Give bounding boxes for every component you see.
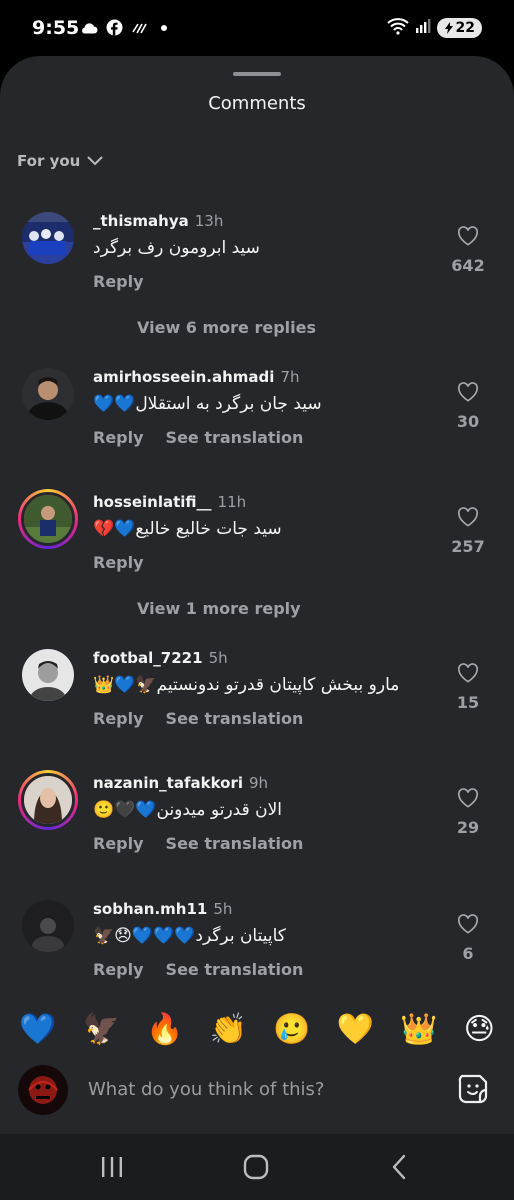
emoji-tear-smile[interactable]: 🥲 xyxy=(273,1015,310,1045)
heart-icon[interactable] xyxy=(457,914,479,934)
emoji-eagle[interactable]: 🦅 xyxy=(83,1015,120,1045)
avatar xyxy=(21,773,75,827)
emoji-yellow-heart[interactable]: 💛 xyxy=(337,1015,374,1045)
comment-username[interactable]: amirhosseein.ahmadi xyxy=(93,368,274,386)
back-icon[interactable] xyxy=(380,1153,420,1181)
avatar[interactable] xyxy=(22,900,74,952)
view-replies-button[interactable]: View 1 more reply xyxy=(137,599,301,618)
see-translation-button[interactable]: See translation xyxy=(166,960,304,979)
emoji-fire[interactable]: 🔥 xyxy=(146,1015,183,1045)
avatar-story-ring[interactable] xyxy=(18,489,78,549)
dot-icon xyxy=(157,21,171,35)
comment-text: مارو ببخش کاپیتان قدرتو ندونستیم🦅💙👑 xyxy=(93,675,400,695)
comment-time: 7h xyxy=(280,368,300,386)
emoji-sweat[interactable]: 😓 xyxy=(464,1015,495,1045)
comment-composer xyxy=(0,1060,514,1118)
sticker-icon[interactable] xyxy=(456,1072,490,1106)
like-group: 6 xyxy=(448,914,488,963)
recent-apps-icon[interactable] xyxy=(92,1153,132,1181)
see-translation-button[interactable]: See translation xyxy=(166,834,304,853)
like-count: 642 xyxy=(451,256,485,275)
sheet-title: Comments xyxy=(208,93,306,114)
comment-time: 5h xyxy=(208,649,228,667)
cloud-icon xyxy=(80,21,98,34)
comment-time: 11h xyxy=(217,493,247,511)
comments-sheet: Comments For you _thismahya 13h سید ابرو… xyxy=(0,56,514,1134)
heart-icon[interactable] xyxy=(457,663,479,683)
see-translation-button[interactable]: See translation xyxy=(166,428,304,447)
drag-handle[interactable] xyxy=(233,72,281,76)
status-bar: 9:55 22 xyxy=(0,0,514,58)
reply-button[interactable]: Reply xyxy=(93,960,144,979)
filter-dropdown[interactable]: For you xyxy=(17,152,103,170)
comment-username[interactable]: nazanin_tafakkori xyxy=(93,774,243,792)
avatar-story-ring[interactable] xyxy=(18,770,78,830)
reply-button[interactable]: Reply xyxy=(93,553,144,572)
reply-button[interactable]: Reply xyxy=(93,272,144,291)
avatar xyxy=(21,492,75,546)
like-count: 29 xyxy=(456,818,480,837)
status-left-icons xyxy=(80,19,171,36)
emoji-reaction-bar: 💙 🦅 🔥 👏 🥲 💛 👑 😓 xyxy=(0,1002,514,1058)
comment-text: سید جان برگرد به استقلال💙💙 xyxy=(93,394,322,414)
home-icon[interactable] xyxy=(236,1153,276,1181)
comment-text: سید جات خالیع خالیع💙💔 xyxy=(93,519,282,539)
heart-icon[interactable] xyxy=(457,226,479,246)
wifi-icon xyxy=(386,17,409,39)
reply-button[interactable]: Reply xyxy=(93,709,144,728)
emoji-crown[interactable]: 👑 xyxy=(400,1015,437,1045)
like-count: 6 xyxy=(462,944,474,963)
sync-icon xyxy=(131,21,149,35)
battery-icon: 22 xyxy=(436,18,482,38)
like-group: 15 xyxy=(448,663,488,712)
status-right-icons: 22 xyxy=(386,17,482,39)
like-count: 257 xyxy=(451,537,485,556)
comment-username[interactable]: hosseinlatifi__ xyxy=(93,493,212,511)
battery-level: 22 xyxy=(455,20,475,36)
filter-label: For you xyxy=(17,152,81,170)
comment-input[interactable] xyxy=(88,1074,428,1104)
avatar[interactable] xyxy=(22,212,74,264)
heart-icon[interactable] xyxy=(457,788,479,808)
like-count: 30 xyxy=(456,412,480,431)
system-nav-bar xyxy=(0,1134,514,1200)
emoji-clap[interactable]: 👏 xyxy=(210,1015,247,1045)
facebook-icon xyxy=(106,19,123,36)
comment-time: 9h xyxy=(249,774,269,792)
status-time: 9:55 xyxy=(32,17,80,39)
comment-text: سید ابرومون رف برگرد xyxy=(93,238,260,258)
like-group: 642 xyxy=(448,226,488,275)
like-count: 15 xyxy=(456,693,480,712)
like-group: 257 xyxy=(448,507,488,556)
avatar[interactable] xyxy=(22,649,74,701)
chevron-down-icon xyxy=(87,152,103,170)
my-avatar[interactable] xyxy=(18,1065,68,1115)
comment-username[interactable]: _thismahya xyxy=(93,212,189,230)
comment-text: کاپیتان برگرد💙💙💙😞🦅 xyxy=(93,926,286,946)
signal-icon xyxy=(415,18,431,38)
emoji-blue-heart[interactable]: 💙 xyxy=(19,1015,56,1045)
reply-button[interactable]: Reply xyxy=(93,428,144,447)
heart-icon[interactable] xyxy=(457,507,479,527)
comment-time: 13h xyxy=(194,212,224,230)
like-group: 30 xyxy=(448,382,488,431)
comment-username[interactable]: footbal_7221 xyxy=(93,649,203,667)
avatar[interactable] xyxy=(22,368,74,420)
comment-text: الان قدرتو میدونن💙🖤🙂 xyxy=(93,800,283,820)
view-replies-button[interactable]: View 6 more replies xyxy=(137,318,316,337)
comment-username[interactable]: sobhan.mh11 xyxy=(93,900,207,918)
like-group: 29 xyxy=(448,788,488,837)
comment-time: 5h xyxy=(213,900,233,918)
heart-icon[interactable] xyxy=(457,382,479,402)
see-translation-button[interactable]: See translation xyxy=(166,709,304,728)
reply-button[interactable]: Reply xyxy=(93,834,144,853)
